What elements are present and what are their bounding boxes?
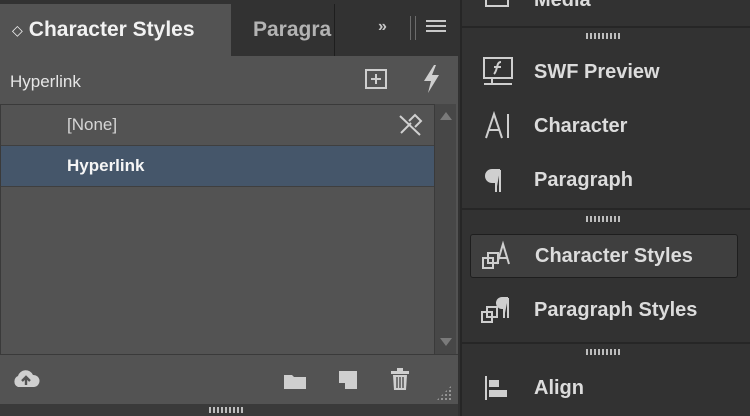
dock-separator: [462, 342, 750, 344]
tab-overflow-button[interactable]: »: [378, 18, 387, 36]
dock-item-paragraph[interactable]: Paragraph: [470, 158, 738, 202]
style-list: [None] Hyperlink: [0, 104, 434, 354]
dock-item-character-styles[interactable]: Character Styles: [470, 234, 738, 278]
character-icon: [470, 104, 518, 148]
resize-grip[interactable]: [436, 385, 452, 401]
paragraph-icon: [470, 158, 518, 202]
current-style-label: Hyperlink: [10, 72, 81, 91]
new-style-group-icon[interactable]: [364, 68, 388, 90]
style-name: [None]: [67, 115, 118, 134]
delete-icon[interactable]: [389, 367, 411, 391]
scroll-up-arrow-icon[interactable]: [440, 112, 452, 120]
tab-paragraph-styles-label: Paragra: [253, 18, 332, 41]
tab-character-styles-label: Character Styles: [28, 18, 195, 41]
dock-item-label: Paragraph: [534, 168, 633, 191]
character-styles-icon: [471, 234, 519, 278]
dock-item-label: Character Styles: [535, 244, 693, 267]
list-item[interactable]: [None]: [1, 105, 434, 146]
dock-item-label: Paragraph Styles: [534, 298, 698, 321]
cc-libraries-icon[interactable]: [12, 369, 40, 389]
dock-grip[interactable]: [586, 33, 622, 39]
panel-bottom-strip: [0, 404, 458, 416]
vertical-scrollbar[interactable]: [434, 104, 456, 354]
dock-item-label: Character: [534, 114, 628, 137]
new-group-icon[interactable]: [283, 372, 307, 390]
tab-bar: ◇ Character Styles Paragra »: [0, 0, 458, 56]
new-style-icon[interactable]: [337, 369, 359, 391]
scroll-down-arrow-icon[interactable]: [440, 338, 452, 346]
list-item-selected[interactable]: Hyperlink: [1, 146, 434, 187]
dock-separator: [462, 208, 750, 210]
collapse-chevron-icon[interactable]: ◇: [12, 22, 23, 39]
character-styles-panel: ◇ Character Styles Paragra » Hyperlink […: [0, 0, 458, 416]
dock-item-swf-preview[interactable]: SWF Preview: [470, 50, 738, 94]
style-header: Hyperlink: [0, 56, 458, 104]
dock-item-label: SWF Preview: [534, 60, 660, 83]
style-name: Hyperlink: [67, 156, 145, 175]
tab-character-styles[interactable]: ◇ Character Styles: [0, 4, 231, 56]
dock-grip[interactable]: [586, 349, 622, 355]
dock-separator: [462, 26, 750, 28]
right-dock: Media SWF Preview Character: [460, 0, 750, 416]
dock-grip[interactable]: [586, 216, 622, 222]
tab-paragraph-styles[interactable]: Paragra: [231, 4, 335, 56]
panel-menu-icon[interactable]: [426, 20, 446, 36]
align-icon: [470, 366, 518, 410]
swf-preview-icon: [470, 50, 518, 94]
dock-item-paragraph-styles[interactable]: Paragraph Styles: [470, 288, 738, 332]
panel-bottom-bar: [0, 354, 458, 404]
panel-grip[interactable]: [410, 16, 416, 40]
dock-item-character[interactable]: Character: [470, 104, 738, 148]
paragraph-styles-icon: [470, 288, 518, 332]
panel-dock-grip[interactable]: [209, 407, 245, 413]
tab-divider: [334, 4, 335, 56]
clear-overrides-icon[interactable]: [397, 113, 423, 137]
dock-item-label: Media: [534, 0, 591, 12]
quick-apply-icon[interactable]: [420, 64, 442, 94]
dock-item-label: Align: [534, 376, 584, 399]
dock-item-media[interactable]: Media: [470, 0, 738, 22]
media-icon: [470, 0, 518, 22]
dock-item-align[interactable]: Align: [470, 366, 738, 410]
